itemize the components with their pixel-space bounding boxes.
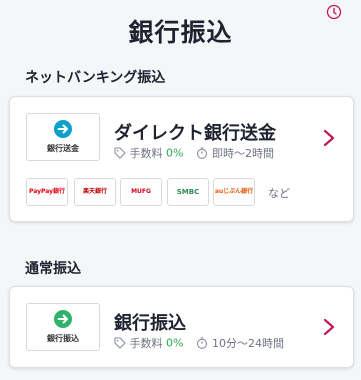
- method-meta: 手数料 0% 10分〜24時間: [114, 335, 284, 351]
- section-label-netbanking: ネットバンキング振込: [25, 70, 166, 86]
- method-name: ダイレクト銀行送金: [114, 123, 276, 144]
- method-name: 銀行振込: [114, 313, 186, 334]
- stopwatch-icon: [197, 147, 208, 159]
- bank-logo-smbc: SMBC: [167, 178, 209, 206]
- fee-value: 0%: [166, 336, 184, 350]
- fee-value: 0%: [166, 146, 184, 160]
- bank-logo-paypay: PayPay銀行: [26, 178, 68, 206]
- chevron-right-icon: [323, 129, 335, 147]
- banks-more-text: など: [268, 187, 290, 200]
- payment-method-card-bank-transfer[interactable]: 銀行振込 銀行振込 手数料 0% 10分〜24時間: [9, 286, 354, 368]
- fee-label: 手数料: [129, 147, 163, 160]
- method-logo: 銀行送金: [26, 113, 100, 161]
- fee-label: 手数料: [129, 337, 163, 350]
- section-label-regular: 通常振込: [25, 261, 81, 277]
- chevron-right-icon: [323, 318, 335, 336]
- method-logo: 銀行振込: [26, 303, 100, 351]
- payment-method-card-direct[interactable]: 銀行送金 ダイレクト銀行送金 手数料 0% 即時〜2時間 PayPay銀行 楽天…: [9, 96, 354, 222]
- tag-icon: [114, 147, 126, 159]
- time-text: 10分〜24時間: [211, 337, 284, 350]
- tag-icon: [114, 337, 126, 349]
- page-title: 銀行振込: [128, 18, 233, 47]
- bank-logo-mufg: MUFG: [120, 178, 162, 206]
- bank-logo-aujibun: auじぶん銀行: [213, 178, 255, 206]
- method-logo-text: 銀行送金: [47, 144, 79, 153]
- bank-logo-rakuten: 楽天銀行: [74, 178, 116, 206]
- method-meta: 手数料 0% 即時〜2時間: [114, 145, 274, 161]
- time-text: 即時〜2時間: [211, 147, 274, 160]
- method-logo-text: 銀行振込: [47, 334, 79, 343]
- arrow-right-circle-icon: [54, 310, 72, 328]
- stopwatch-icon: [197, 337, 208, 349]
- arrow-right-circle-icon: [54, 120, 72, 138]
